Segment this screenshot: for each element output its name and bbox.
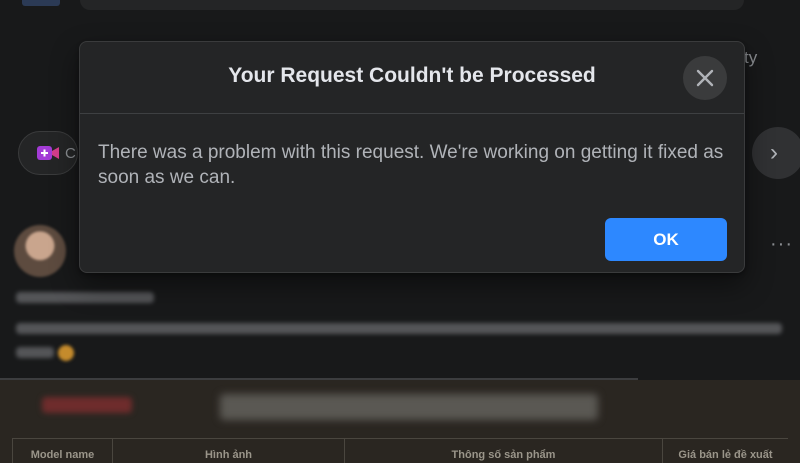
dialog-message: There was a problem with this request. W… <box>98 142 724 188</box>
column-header-image: Hình ảnh <box>112 439 344 463</box>
more-options-icon[interactable]: ··· <box>770 233 793 256</box>
image-headline-blurred <box>220 394 598 420</box>
corner-badge <box>22 0 60 6</box>
avatar[interactable] <box>14 225 66 277</box>
room-chip-label: C <box>65 145 76 162</box>
post-image[interactable]: Model name Hình ảnh Thông số sản phẩm Gi… <box>0 380 800 463</box>
column-header-specs: Thông số sản phẩm <box>344 439 662 463</box>
product-table-header: Model name Hình ảnh Thông số sản phẩm Gi… <box>12 438 788 463</box>
close-button[interactable] <box>683 56 727 100</box>
ok-button[interactable]: OK <box>605 218 727 261</box>
brand-logo-blurred <box>42 397 132 413</box>
post-text-blurred-line <box>16 323 782 334</box>
carousel-next-button[interactable]: › <box>752 127 800 179</box>
emoji-icon <box>58 345 74 361</box>
create-room-chip[interactable]: C <box>18 131 78 175</box>
chevron-right-icon: › <box>770 139 778 166</box>
sidebar-text-fragment: ty <box>744 48 758 67</box>
column-header-price: Giá bán lẻ đề xuất <box>662 439 788 463</box>
post-text-blurred-line <box>16 347 54 358</box>
post-author-blurred <box>16 292 154 303</box>
dialog-header: Your Request Couldn't be Processed <box>80 42 744 114</box>
close-icon <box>696 69 714 87</box>
video-camera-icon <box>37 146 59 160</box>
composer-card <box>80 0 744 10</box>
dialog-title: Your Request Couldn't be Processed <box>228 64 596 87</box>
error-dialog: Your Request Couldn't be Processed There… <box>79 41 745 273</box>
column-header-model: Model name <box>12 439 112 463</box>
